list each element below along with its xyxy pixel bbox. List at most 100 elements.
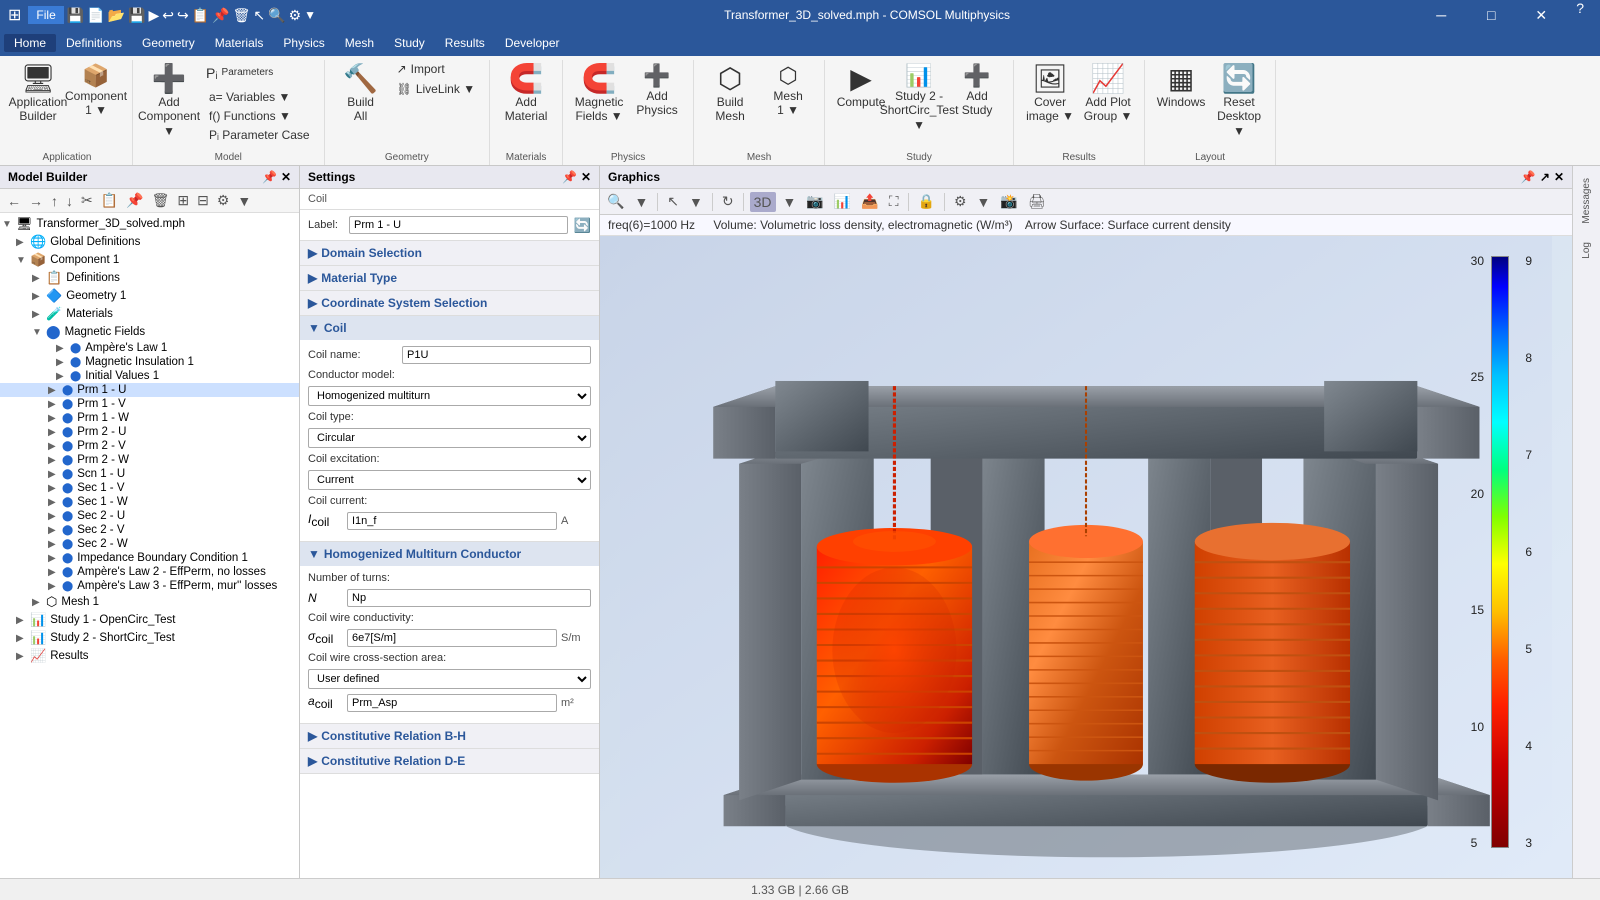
expand-study2[interactable]: ▶: [16, 633, 28, 644]
section-de-header[interactable]: ▶ Constitutive Relation D-E: [300, 749, 599, 773]
tree-item-geom1[interactable]: ▶ 🔷 Geometry 1: [0, 287, 299, 305]
expand-scn1u[interactable]: ▶: [48, 469, 60, 480]
expand-defs[interactable]: ▶: [32, 273, 44, 284]
minimize-btn[interactable]: ─: [1418, 0, 1464, 30]
expand-mesh1[interactable]: ▶: [32, 597, 44, 608]
tree-item-prm2w[interactable]: ▶ ⬤ Prm 2 - W: [0, 453, 299, 467]
tab-study[interactable]: Study: [384, 34, 435, 52]
paste-btn[interactable]: 📌: [212, 7, 229, 24]
settings-pin-btn[interactable]: 📌: [562, 170, 577, 184]
section-domain-selection-header[interactable]: ▶ Domain Selection: [300, 241, 599, 265]
screenshot-btn[interactable]: 📸: [997, 191, 1020, 212]
mb-delete-btn[interactable]: 🗑: [149, 191, 173, 210]
mb-paste-btn[interactable]: 📌: [123, 191, 146, 210]
expand-amperes2[interactable]: ▶: [48, 567, 60, 578]
build-all-btn[interactable]: 🔨 BuildAll: [333, 60, 389, 129]
open-btn[interactable]: 📂: [108, 7, 125, 24]
mb-forward-btn[interactable]: →: [26, 192, 46, 210]
tree-item-materials[interactable]: ▶ 🧪 Materials: [0, 305, 299, 323]
undo-btn[interactable]: ↩: [162, 7, 174, 24]
add-component-btn[interactable]: ➕ AddComponent ▼: [141, 60, 197, 143]
tree-item-sec2u[interactable]: ▶ ⬤ Sec 2 - U: [0, 509, 299, 523]
expand-study1[interactable]: ▶: [16, 615, 28, 626]
save-btn[interactable]: 💾: [67, 7, 84, 24]
magnetic-fields-btn[interactable]: 🧲 MagneticFields ▼: [571, 60, 627, 129]
tree-item-study1[interactable]: ▶ 📊 Study 1 - OpenCirc_Test: [0, 611, 299, 629]
mb-down-btn[interactable]: ↓: [63, 192, 76, 210]
expand-prm2w[interactable]: ▶: [48, 455, 60, 466]
tree-item-study2[interactable]: ▶ 📊 Study 2 - ShortCirc_Test: [0, 629, 299, 647]
expand-geom1[interactable]: ▶: [32, 291, 44, 302]
add-plot-group-btn[interactable]: 📈 Add PlotGroup ▼: [1080, 60, 1136, 129]
mb-copy-btn[interactable]: 📋: [98, 191, 121, 210]
scene-btn[interactable]: 📷: [803, 191, 826, 212]
fullscreen-btn[interactable]: ⛶: [886, 191, 902, 212]
label-refresh-btn[interactable]: 🔄: [574, 217, 591, 234]
tree-item-mag-ins[interactable]: ▶ ⬤ Magnetic Insulation 1: [0, 355, 299, 369]
section-bh-header[interactable]: ▶ Constitutive Relation B-H: [300, 724, 599, 748]
conductor-model-select[interactable]: Homogenized multiturn: [308, 386, 591, 406]
render-options-btn[interactable]: ⚙: [951, 191, 970, 212]
run-btn[interactable]: ▶: [149, 7, 160, 24]
coil-excitation-select[interactable]: Current: [308, 470, 591, 490]
section-coord-system-header[interactable]: ▶ Coordinate System Selection: [300, 291, 599, 315]
tree-item-amperes2[interactable]: ▶ ⬤ Ampère's Law 2 - EffPerm, no losses: [0, 565, 299, 579]
expand-prm1u[interactable]: ▶: [48, 385, 60, 396]
expand-prm2u[interactable]: ▶: [48, 427, 60, 438]
expand-results[interactable]: ▶: [16, 651, 28, 662]
expand-amperes1[interactable]: ▶: [56, 343, 68, 354]
tab-results[interactable]: Results: [435, 34, 495, 52]
section-homogenized-header[interactable]: ▼ Homogenized Multiturn Conductor: [300, 542, 599, 566]
mb-collapse-btn[interactable]: ⊟: [194, 191, 212, 210]
model-builder-pin-btn[interactable]: 📌: [262, 170, 277, 184]
add-physics-btn[interactable]: ➕ AddPhysics: [629, 60, 685, 123]
coil-type-select[interactable]: Circular: [308, 428, 591, 448]
param-case-btn[interactable]: Pᵢ Parameter Case: [203, 126, 316, 144]
mb-options-btn[interactable]: ⚙: [214, 191, 233, 210]
graphics-canvas[interactable]: 30 25 20 15 10 5 9 8 7 6 5 4 3: [600, 236, 1572, 878]
tab-materials[interactable]: Materials: [205, 34, 274, 52]
mb-expand-btn[interactable]: ⊞: [174, 191, 192, 210]
print-btn[interactable]: 🖨: [1025, 191, 1049, 212]
expand-prm1v[interactable]: ▶: [48, 399, 60, 410]
add-material-btn[interactable]: 🧲 AddMaterial: [498, 60, 554, 129]
tree-item-sec2v[interactable]: ▶ ⬤ Sec 2 - V: [0, 523, 299, 537]
tree-item-prm1w[interactable]: ▶ ⬤ Prm 1 - W: [0, 411, 299, 425]
windows-btn[interactable]: ▦ Windows: [1153, 60, 1209, 114]
mb-up-btn[interactable]: ↑: [48, 192, 61, 210]
maximize-btn[interactable]: □: [1468, 0, 1514, 30]
wire-cond-input[interactable]: [347, 629, 557, 647]
tab-mesh[interactable]: Mesh: [335, 34, 384, 52]
a-coil-input[interactable]: [347, 694, 557, 712]
table-btn[interactable]: 📊: [831, 191, 854, 212]
new-btn[interactable]: 📄: [87, 7, 104, 24]
delete-btn[interactable]: 🗑: [233, 7, 251, 24]
cover-image-btn[interactable]: 🖼 Coverimage ▼: [1022, 60, 1078, 129]
app-builder-btn[interactable]: 🖥 ApplicationBuilder: [10, 60, 66, 129]
tree-item-sec1v[interactable]: ▶ ⬤ Sec 1 - V: [0, 481, 299, 495]
tree-item-mf[interactable]: ▼ ⬤ Magnetic Fields: [0, 323, 299, 341]
functions-btn[interactable]: f() Functions ▼: [203, 107, 316, 125]
expand-sec2u[interactable]: ▶: [48, 511, 60, 522]
dropdown-btn[interactable]: ▼: [304, 8, 316, 22]
livelink-btn[interactable]: ⛓ LiveLink ▼: [391, 80, 481, 98]
expand-amperes3[interactable]: ▶: [48, 581, 60, 592]
expand-sec2w[interactable]: ▶: [48, 539, 60, 550]
tree-item-defs[interactable]: ▶ 📋 Definitions: [0, 269, 299, 287]
parameters-btn[interactable]: Pᵢ Parameters: [203, 60, 253, 87]
area-type-select[interactable]: User defined: [308, 669, 591, 689]
view-dropdown-btn[interactable]: ▼: [780, 192, 800, 212]
reset-desktop-btn[interactable]: 🔄 ResetDesktop ▼: [1211, 60, 1267, 143]
expand-init[interactable]: ▶: [56, 371, 68, 382]
expand-mf[interactable]: ▼: [32, 327, 44, 338]
build-mesh-btn[interactable]: ⬡ BuildMesh: [702, 60, 758, 129]
tree-item-amperes1[interactable]: ▶ ⬤ Ampère's Law 1: [0, 341, 299, 355]
render-dropdown-btn[interactable]: ▼: [974, 192, 994, 212]
expand-sec1w[interactable]: ▶: [48, 497, 60, 508]
expand-mag-ins[interactable]: ▶: [56, 357, 68, 368]
expand-sec1v[interactable]: ▶: [48, 483, 60, 494]
tab-geometry[interactable]: Geometry: [132, 34, 205, 52]
tree-item-sec1w[interactable]: ▶ ⬤ Sec 1 - W: [0, 495, 299, 509]
expand-root[interactable]: ▼: [2, 219, 14, 230]
tree-item-imp-bc[interactable]: ▶ ⬤ Impedance Boundary Condition 1: [0, 551, 299, 565]
